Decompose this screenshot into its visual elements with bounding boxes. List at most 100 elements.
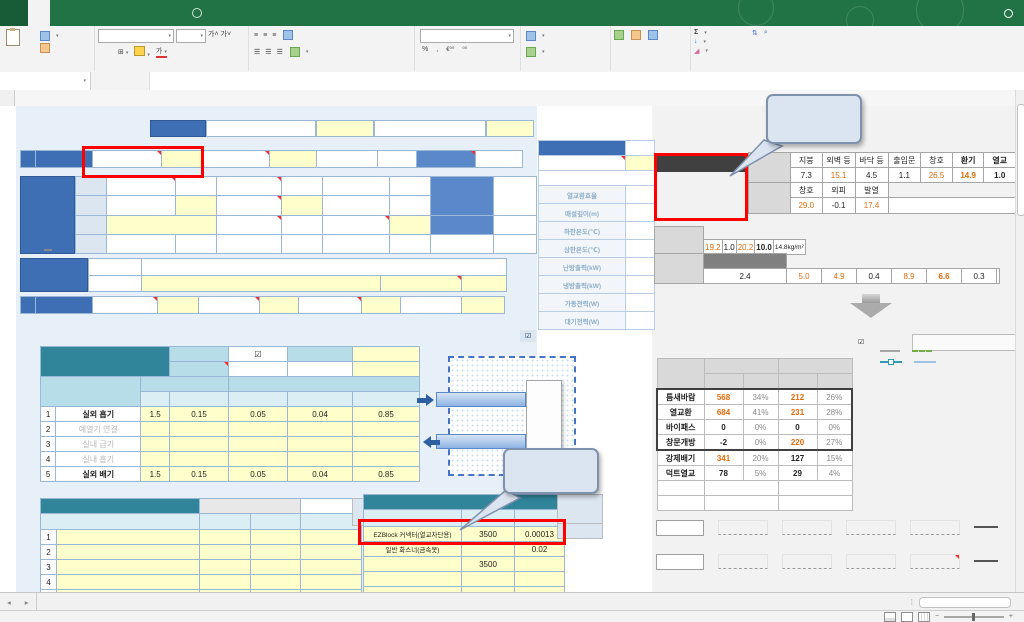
- linear-count-input[interactable]: [200, 530, 251, 545]
- font-name-select[interactable]: ▾: [98, 29, 174, 43]
- new-sheet-button[interactable]: [37, 593, 51, 611]
- align-bottom-icon[interactable]: ≡: [272, 32, 276, 39]
- tb-additional-input-checkbox[interactable]: ☑: [520, 330, 536, 342]
- horizontal-scroll-thumb[interactable]: [919, 597, 1011, 608]
- kitchen-exhaust-input[interactable]: [158, 297, 199, 314]
- preheater-field-value[interactable]: [626, 222, 655, 240]
- vertical-scrollbar[interactable]: [1015, 90, 1024, 592]
- duct-diameter-input[interactable]: 0.15: [170, 407, 229, 422]
- ribbon-tab-file[interactable]: [0, 0, 28, 26]
- tell-me-box[interactable]: [192, 0, 206, 26]
- zoom-slider[interactable]: [944, 616, 1004, 618]
- ribbon-tab-view[interactable]: [160, 0, 182, 26]
- normal-view-icon[interactable]: [884, 612, 896, 622]
- font-color-button[interactable]: 가▾: [156, 46, 167, 58]
- linear-count-input[interactable]: [200, 575, 251, 590]
- number-format-select[interactable]: ▾: [420, 29, 514, 43]
- occupants-input[interactable]: [176, 196, 217, 215]
- linear-psi-input[interactable]: [301, 530, 362, 545]
- sort-filter-button[interactable]: ⇅: [752, 29, 758, 37]
- duct-length-input[interactable]: [141, 422, 170, 437]
- duct-emissivity-input[interactable]: 0.85: [353, 407, 420, 422]
- calc-flow-checkbox[interactable]: ☑: [858, 338, 864, 346]
- ribbon-tab-insert[interactable]: [50, 0, 72, 26]
- humidity-max-input[interactable]: [316, 120, 374, 137]
- preheater-field-value[interactable]: [626, 240, 655, 258]
- preheater-field-value[interactable]: [626, 294, 655, 312]
- bath-hours-input[interactable]: [462, 297, 505, 314]
- decrease-decimal-button[interactable]: ⁰⁰: [462, 46, 467, 53]
- conditional-formatting-button[interactable]: ▾: [524, 30, 547, 42]
- rc-calc-button[interactable]: [200, 499, 301, 514]
- preheater-field-value[interactable]: [626, 204, 655, 222]
- tab-scroll-right-icon[interactable]: ▸: [18, 593, 37, 611]
- point-count-input[interactable]: 3500: [462, 557, 515, 572]
- share-button[interactable]: [1004, 0, 1016, 26]
- operating-flow-input[interactable]: [390, 215, 431, 234]
- duct-thickness-input[interactable]: [229, 437, 288, 452]
- duct-length-input[interactable]: [141, 437, 170, 452]
- tab-scroll-left-icon[interactable]: ◂: [0, 593, 18, 611]
- duct-emissivity-input[interactable]: 0.85: [353, 467, 420, 482]
- paste-button[interactable]: [6, 29, 20, 46]
- duct-diameter-input[interactable]: [170, 422, 229, 437]
- duct-length-input[interactable]: 1.5: [141, 407, 170, 422]
- format-painter-button[interactable]: [38, 42, 61, 54]
- scroll-up-icon[interactable]: [1016, 90, 1024, 100]
- linear-desc-input[interactable]: [57, 530, 200, 545]
- ribbon-tab-formulas[interactable]: [94, 0, 116, 26]
- detail-button[interactable]: [44, 249, 52, 251]
- linear-count-input[interactable]: [200, 560, 251, 575]
- align-middle-icon[interactable]: ≡: [263, 32, 267, 39]
- align-center-icon[interactable]: ☰: [265, 48, 271, 56]
- preheater-field-value[interactable]: [626, 312, 655, 330]
- duct-thickness-input[interactable]: [229, 422, 288, 437]
- moisture-supply-input[interactable]: [486, 120, 534, 137]
- percent-style-button[interactable]: %: [422, 46, 428, 53]
- linear-length-input[interactable]: [250, 545, 301, 560]
- shrink-font-button[interactable]: 가˅: [221, 29, 232, 43]
- merge-center-button[interactable]: ▾: [288, 46, 311, 58]
- duct-diameter-input[interactable]: [170, 437, 229, 452]
- point-chi-input[interactable]: 0.02: [515, 542, 565, 557]
- find-select-button[interactable]: ⌕: [764, 29, 768, 37]
- page-layout-view-icon[interactable]: [901, 612, 913, 622]
- exhaust-hours-input[interactable]: [260, 297, 299, 314]
- duct-thickness-input[interactable]: 0.05: [229, 407, 288, 422]
- preheater-field-value[interactable]: [626, 186, 655, 204]
- font-size-select[interactable]: ▾: [176, 29, 206, 43]
- increase-decimal-button[interactable]: €⁰⁰: [446, 46, 454, 53]
- linear-psi-input[interactable]: [301, 575, 362, 590]
- preheater-field-value[interactable]: [626, 276, 655, 294]
- ribbon-tab-data[interactable]: [116, 0, 138, 26]
- point-chi-input[interactable]: [515, 572, 565, 587]
- zoom-in-button[interactable]: +: [1009, 613, 1013, 620]
- window-vent-input[interactable]: [462, 275, 507, 292]
- vertical-scroll-thumb[interactable]: [1017, 104, 1024, 216]
- energy-callout[interactable]: [766, 94, 862, 144]
- point-desc-input[interactable]: [364, 572, 462, 587]
- format-as-table-button[interactable]: ▾: [524, 46, 547, 58]
- clear-button[interactable]: ◢▾: [692, 46, 710, 56]
- duct-emissivity-input[interactable]: [353, 437, 420, 452]
- linear-desc-input[interactable]: [57, 575, 200, 590]
- borders-button[interactable]: ⊞▾: [118, 48, 128, 56]
- preheater-model-input[interactable]: [626, 156, 655, 171]
- scroll-down-icon[interactable]: [1016, 582, 1024, 592]
- duct-emissivity-input[interactable]: [353, 452, 420, 467]
- duct-length-input[interactable]: 1.5: [141, 467, 170, 482]
- fill-color-button[interactable]: ▾: [134, 46, 150, 58]
- format-cells-button[interactable]: [648, 30, 658, 40]
- duct-conductivity-input[interactable]: [288, 452, 353, 467]
- formula-input[interactable]: [150, 72, 1024, 90]
- linear-count-input[interactable]: [200, 545, 251, 560]
- align-top-icon[interactable]: ≡: [254, 32, 258, 39]
- linear-desc-input[interactable]: [57, 545, 200, 560]
- grow-font-button[interactable]: 가˄: [208, 29, 219, 43]
- delete-cells-button[interactable]: [631, 30, 641, 40]
- preheater-field-value[interactable]: [626, 258, 655, 276]
- point-desc-input[interactable]: EZBlock 커넥터(열교차단용): [364, 527, 462, 542]
- per-person-supply-input[interactable]: [282, 196, 323, 215]
- ribbon-tab-review[interactable]: [138, 0, 160, 26]
- duct-conductivity-input[interactable]: 0.04: [288, 467, 353, 482]
